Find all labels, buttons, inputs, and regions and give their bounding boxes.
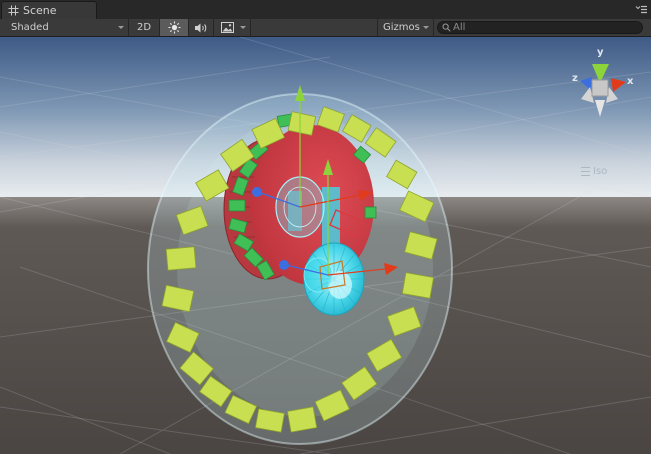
speaker-icon xyxy=(195,23,207,32)
tab-scene[interactable]: Scene xyxy=(1,1,97,19)
chevron-down-icon xyxy=(240,26,246,29)
scene-toolbar: Shaded 2D Gizmos xyxy=(0,19,651,37)
shading-mode-label: Shaded xyxy=(11,22,49,33)
projection-toggle[interactable]: Iso xyxy=(581,166,607,177)
effects-dropdown[interactable] xyxy=(214,19,251,36)
scene-canvas[interactable]: y x z xyxy=(0,37,651,454)
audio-toggle-button[interactable] xyxy=(189,19,214,36)
axis-y-label: y xyxy=(597,47,604,58)
sun-icon xyxy=(168,21,180,34)
toggle-2d-label: 2D xyxy=(136,22,152,33)
gizmos-label: Gizmos xyxy=(383,22,420,33)
search-field[interactable] xyxy=(437,21,643,34)
grid-icon xyxy=(8,5,19,16)
tab-scene-label: Scene xyxy=(23,4,57,17)
cyan-lower-gear[interactable] xyxy=(303,242,365,316)
image-icon xyxy=(221,22,234,33)
tab-bar: Scene xyxy=(0,0,651,19)
search-input[interactable] xyxy=(453,22,633,33)
projection-label: Iso xyxy=(593,166,608,177)
lighting-toggle-button[interactable] xyxy=(160,19,189,36)
scene-viewport[interactable]: y x z Iso xyxy=(0,37,651,454)
gizmos-dropdown[interactable]: Gizmos xyxy=(377,19,434,36)
chevron-down-icon xyxy=(118,26,124,29)
toggle-2d-button[interactable]: 2D xyxy=(129,19,160,36)
axis-x-label: x xyxy=(627,76,634,87)
axis-z-label: z xyxy=(572,73,578,84)
shading-mode-dropdown[interactable]: Shaded xyxy=(0,19,129,36)
search-icon xyxy=(442,23,451,32)
chevron-down-icon xyxy=(423,26,429,29)
panel-menu-icon[interactable] xyxy=(635,5,647,14)
menu-lines-icon xyxy=(581,167,590,176)
